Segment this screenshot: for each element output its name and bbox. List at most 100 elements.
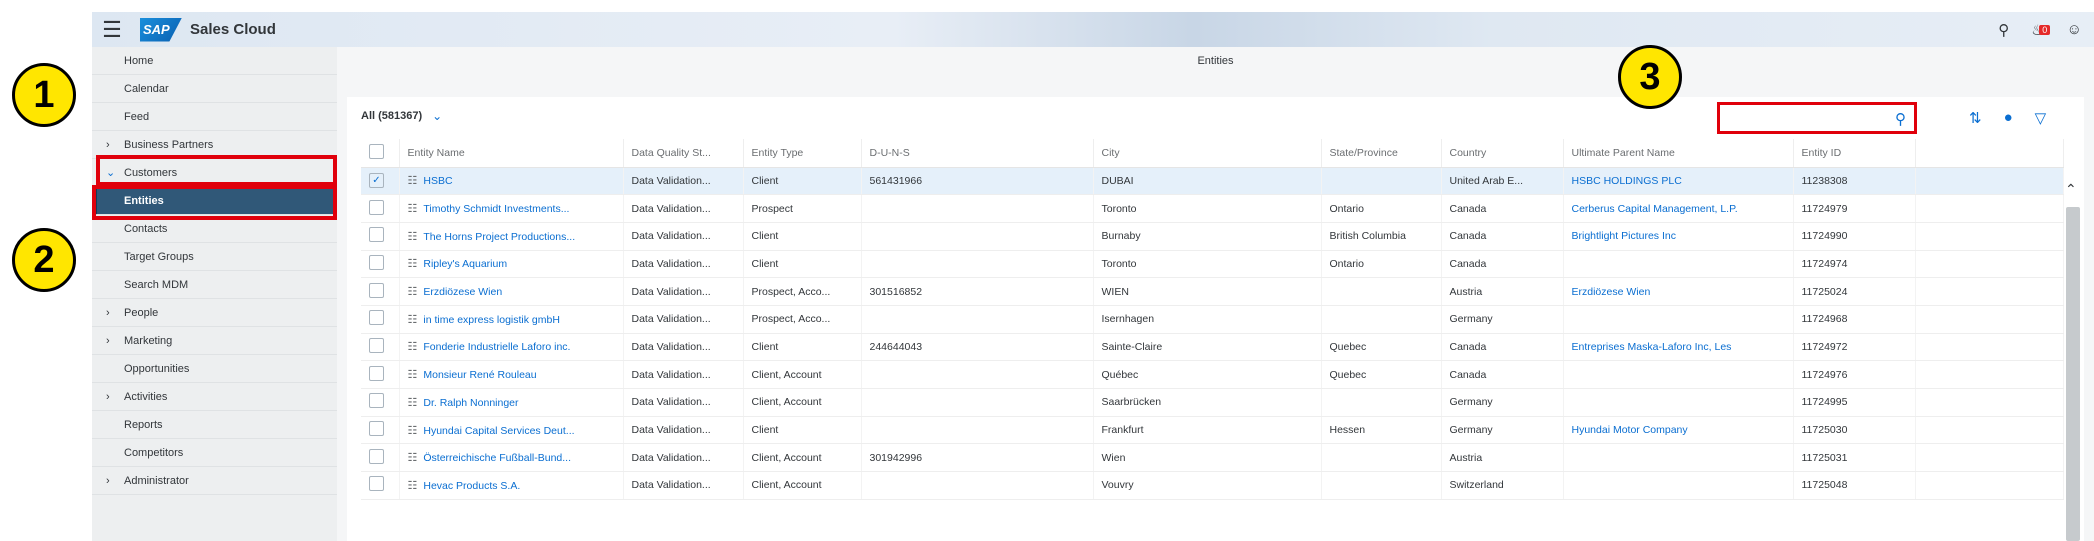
- sidebar-item-label: Marketing: [124, 334, 173, 347]
- table-row[interactable]: ☷ Fonderie Industrielle Laforo inc. Data V…: [361, 333, 2064, 362]
- entity-name-link[interactable]: Monsieur René Rouleau: [423, 369, 536, 381]
- ultimate-parent-link[interactable]: Brightlight Pictures Inc: [1572, 230, 1676, 242]
- row-select-cell: [361, 222, 400, 251]
- table-cell-dq: Data Validation...: [623, 333, 744, 362]
- entity-name-link[interactable]: The Horns Project Productions...: [423, 231, 575, 243]
- ultimate-parent-link[interactable]: Erzdiözese Wien: [1572, 286, 1651, 298]
- table-row[interactable]: ☷ Timothy Schmidt Investments... Data Vali…: [361, 194, 2064, 223]
- ultimate-parent-link[interactable]: Entreprises Maska-Laforo Inc, Les: [1572, 341, 1732, 353]
- sidebar-item-opportunities[interactable]: Opportunities: [92, 355, 337, 383]
- row-checkbox[interactable]: [369, 476, 384, 492]
- search-icon[interactable]: ⚲: [1998, 21, 2009, 39]
- table-row[interactable]: ☷ Monsieur René Rouleau Data Validation...…: [361, 360, 2064, 389]
- row-checkbox[interactable]: [369, 254, 384, 270]
- entity-name-cell: ☷ Erzdiözese Wien: [399, 277, 624, 306]
- hamburger-menu-icon[interactable]: ☰: [92, 12, 132, 47]
- highlight-box-entities: [92, 185, 337, 220]
- sidebar-item-administrator[interactable]: › Administrator: [92, 467, 337, 495]
- table-row[interactable]: ☷ Hyundai Capital Services Deut... Data Va…: [361, 416, 2064, 445]
- table-row[interactable]: ☷ Österreichische Fußball-Bund... Data Val…: [361, 443, 2064, 473]
- row-checkbox[interactable]: [369, 199, 384, 215]
- table-cell-city: WIEN: [1093, 277, 1322, 306]
- sidebar-item-marketing[interactable]: › Marketing: [92, 327, 337, 355]
- row-checkbox[interactable]: [369, 282, 384, 298]
- table-row[interactable]: ☷ Ripley's Aquarium Data Validation... Clie…: [361, 250, 2064, 279]
- ultimate-parent-link[interactable]: HSBC HOLDINGS PLC: [1572, 175, 1682, 187]
- row-spacer-cell: [1915, 471, 2064, 500]
- search-field[interactable]: ⚲: [1717, 102, 1917, 134]
- settings-icon[interactable]: ●: [2004, 109, 2013, 127]
- table-row[interactable]: ☷ Erzdiözese Wien Data Validation... Prospe…: [361, 277, 2064, 306]
- entity-name-link[interactable]: in time express logistik gmbH: [423, 314, 560, 326]
- row-checkbox[interactable]: [369, 227, 384, 243]
- sidebar-item-feed[interactable]: Feed: [92, 103, 337, 131]
- ultimate-parent-link[interactable]: Cerberus Capital Management, L.P.: [1572, 203, 1738, 215]
- search-icon[interactable]: ⚲: [1895, 110, 1906, 128]
- column-header[interactable]: Country: [1441, 139, 1564, 168]
- row-checkbox[interactable]: [369, 310, 384, 326]
- entity-name-link[interactable]: Timothy Schmidt Investments...: [423, 203, 569, 215]
- table-cell-country: Germany: [1441, 388, 1564, 417]
- entity-name-link[interactable]: Hevac Products S.A.: [423, 480, 520, 492]
- column-header[interactable]: Entity Type: [743, 139, 862, 168]
- entity-name-link[interactable]: Dr. Ralph Nonninger: [423, 397, 518, 409]
- table-row[interactable]: ☷ Hevac Products S.A. Data Validation... Cl…: [361, 471, 2064, 500]
- sidebar-item-label: Home: [124, 54, 154, 67]
- sidebar-nav: Home Calendar Feed › Business Partners ⌄ C…: [92, 47, 337, 541]
- row-checkbox[interactable]: ✓: [369, 173, 384, 189]
- column-header[interactable]: D-U-N-S: [861, 139, 1094, 168]
- table-cell-country: Canada: [1441, 194, 1564, 223]
- vertical-scrollbar[interactable]: ⌃: [2063, 139, 2081, 541]
- entity-icon: ☷: [407, 230, 418, 243]
- sidebar-item-activities[interactable]: › Activities: [92, 383, 337, 411]
- view-selector[interactable]: All (581367) ⌄: [361, 109, 442, 123]
- column-header[interactable]: State/Province: [1321, 139, 1442, 168]
- sidebar-item-calendar[interactable]: Calendar: [92, 75, 337, 103]
- bell-icon[interactable]: ♨ 0: [2031, 21, 2051, 39]
- ultimate-parent-cell: HSBC HOLDINGS PLC: [1563, 167, 1794, 196]
- row-checkbox[interactable]: [369, 337, 384, 353]
- table-cell-duns: [861, 222, 1094, 251]
- ultimate-parent-cell: [1563, 443, 1794, 473]
- row-checkbox[interactable]: [369, 365, 384, 381]
- entity-name-link[interactable]: HSBC: [423, 175, 452, 187]
- select-all-checkbox[interactable]: [369, 143, 384, 159]
- table-row[interactable]: ✓ ☷ HSBC Data Validation... Client 561431966 D…: [361, 167, 2064, 196]
- table-row[interactable]: ☷ Dr. Ralph Nonninger Data Validation... Cl…: [361, 388, 2064, 417]
- table-cell-country: Canada: [1441, 222, 1564, 251]
- table-cell-id: 11725024: [1793, 277, 1916, 306]
- ultimate-parent-link[interactable]: Hyundai Motor Company: [1572, 424, 1688, 436]
- table-row[interactable]: ☷ in time express logistik gmbH Data Valid…: [361, 305, 2064, 334]
- row-checkbox[interactable]: [369, 448, 384, 464]
- table-row[interactable]: ☷ The Horns Project Productions... Data Va…: [361, 222, 2064, 251]
- sidebar-item-people[interactable]: › People: [92, 299, 337, 327]
- chevron-up-icon[interactable]: ⌃: [2065, 181, 2077, 198]
- row-spacer-cell: [1915, 416, 2064, 445]
- scrollbar-thumb[interactable]: [2066, 207, 2080, 541]
- entity-name-link[interactable]: Fonderie Industrielle Laforo inc.: [423, 341, 570, 353]
- column-header[interactable]: Entity Name: [399, 139, 624, 168]
- column-header[interactable]: Ultimate Parent Name: [1563, 139, 1794, 168]
- sidebar-item-target-groups[interactable]: Target Groups: [92, 243, 337, 271]
- filter-icon[interactable]: ▽: [2035, 109, 2047, 127]
- table-cell-state: [1321, 167, 1442, 196]
- user-avatar-icon[interactable]: ☺: [2067, 21, 2082, 38]
- row-select-cell: [361, 416, 400, 445]
- entities-list-card: All (581367) ⌄ ⚲ ⇅ ● ▽ Entity Name Data …: [347, 97, 2084, 541]
- entity-name-link[interactable]: Hyundai Capital Services Deut...: [423, 425, 574, 437]
- sort-icon[interactable]: ⇅: [1969, 109, 1982, 127]
- column-header[interactable]: Entity ID: [1793, 139, 1916, 168]
- sidebar-item-competitors[interactable]: Competitors: [92, 439, 337, 467]
- column-header[interactable]: Data Quality St...: [623, 139, 744, 168]
- column-header[interactable]: City: [1093, 139, 1322, 168]
- entity-name-link[interactable]: Ripley's Aquarium: [423, 258, 507, 270]
- sidebar-item-home[interactable]: Home: [92, 47, 337, 75]
- row-checkbox[interactable]: [369, 421, 384, 437]
- sidebar-item-reports[interactable]: Reports: [92, 411, 337, 439]
- entity-name-link[interactable]: Erzdiözese Wien: [423, 286, 502, 298]
- row-checkbox[interactable]: [369, 393, 384, 409]
- entity-icon: ☷: [407, 424, 418, 437]
- sidebar-item-search-mdm[interactable]: Search MDM: [92, 271, 337, 299]
- entity-name-link[interactable]: Österreichische Fußball-Bund...: [423, 452, 571, 464]
- search-input[interactable]: [1720, 105, 1880, 131]
